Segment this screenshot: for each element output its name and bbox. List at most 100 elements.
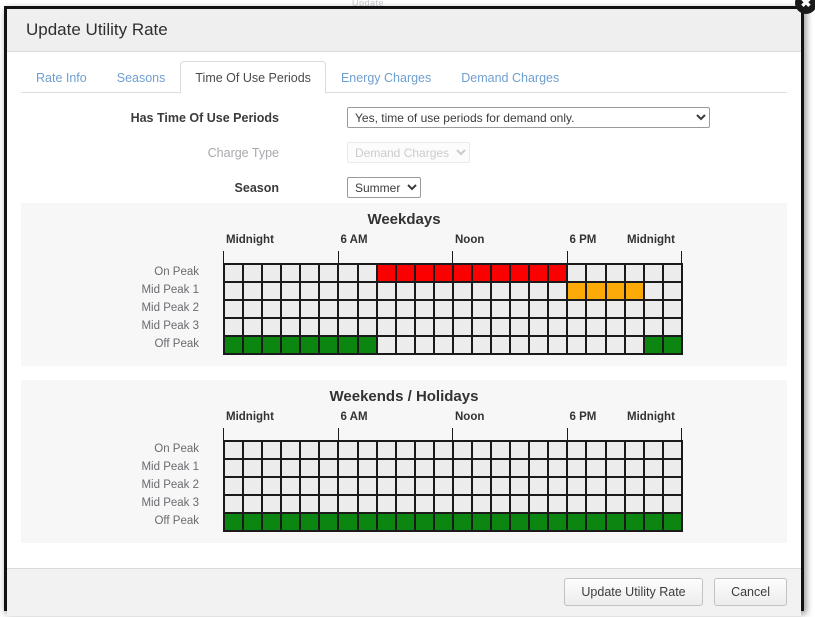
tou-cell[interactable]	[473, 301, 493, 319]
tou-cell[interactable]	[282, 265, 302, 283]
tou-cell[interactable]	[320, 442, 340, 460]
tou-cell[interactable]	[339, 478, 359, 496]
tou-cell[interactable]	[396, 478, 416, 496]
tou-cell[interactable]	[625, 514, 645, 532]
tou-cell[interactable]	[606, 442, 626, 460]
tou-cell[interactable]	[606, 496, 626, 514]
tou-cell[interactable]	[225, 283, 245, 301]
tou-cell[interactable]	[530, 442, 550, 460]
tou-cell[interactable]	[473, 265, 493, 283]
tou-cell[interactable]	[492, 265, 512, 283]
tou-cell[interactable]	[282, 514, 302, 532]
tou-cell[interactable]	[358, 460, 378, 478]
tou-cell[interactable]	[244, 478, 264, 496]
tab-time-of-use-periods[interactable]: Time Of Use Periods	[180, 61, 326, 94]
tou-cell[interactable]	[492, 478, 512, 496]
tou-cell[interactable]	[625, 496, 645, 514]
tou-cell[interactable]	[492, 319, 512, 337]
tou-cell[interactable]	[244, 337, 264, 355]
tou-cell[interactable]	[530, 301, 550, 319]
tou-cell[interactable]	[339, 460, 359, 478]
tou-cell[interactable]	[492, 514, 512, 532]
tou-cell[interactable]	[511, 301, 531, 319]
tou-cell[interactable]	[453, 319, 474, 337]
tou-cell[interactable]	[549, 301, 569, 319]
tou-cell[interactable]	[663, 265, 683, 283]
tou-cell[interactable]	[396, 319, 416, 337]
tou-cell[interactable]	[339, 319, 359, 337]
tou-cell[interactable]	[320, 460, 340, 478]
tou-cell[interactable]	[549, 337, 569, 355]
tou-cell[interactable]	[492, 460, 512, 478]
tou-cell[interactable]	[625, 301, 645, 319]
tou-cell[interactable]	[320, 283, 340, 301]
tou-cell[interactable]	[434, 478, 454, 496]
tou-cell[interactable]	[511, 319, 531, 337]
tou-cell[interactable]	[377, 478, 397, 496]
tou-cell[interactable]	[530, 337, 550, 355]
tou-cell[interactable]	[492, 496, 512, 514]
tab-rate-info[interactable]: Rate Info	[21, 61, 102, 94]
select-season[interactable]: SummerWinter	[347, 177, 421, 198]
tou-cell[interactable]	[511, 514, 531, 532]
tou-cell[interactable]	[587, 301, 607, 319]
tou-cell[interactable]	[244, 496, 264, 514]
tou-cell[interactable]	[225, 478, 245, 496]
tou-cell[interactable]	[434, 460, 454, 478]
tou-cell[interactable]	[320, 301, 340, 319]
tou-cell[interactable]	[301, 301, 321, 319]
tou-cell[interactable]	[568, 265, 588, 283]
tou-cell[interactable]	[644, 301, 664, 319]
tou-cell[interactable]	[396, 460, 416, 478]
tou-cell[interactable]	[606, 478, 626, 496]
tou-cell[interactable]	[549, 514, 569, 532]
tou-cell[interactable]	[339, 496, 359, 514]
tou-cell[interactable]	[663, 514, 683, 532]
tou-cell[interactable]	[530, 283, 550, 301]
tou-cell[interactable]	[320, 514, 340, 532]
tou-cell[interactable]	[415, 514, 435, 532]
tou-cell[interactable]	[415, 442, 435, 460]
tou-cell[interactable]	[644, 442, 664, 460]
tou-cell[interactable]	[549, 319, 569, 337]
tou-cell[interactable]	[492, 283, 512, 301]
tou-cell[interactable]	[434, 496, 454, 514]
tou-cell[interactable]	[263, 337, 283, 355]
tou-cell[interactable]	[377, 496, 397, 514]
tou-cell[interactable]	[244, 514, 264, 532]
tou-cell[interactable]	[663, 496, 683, 514]
tou-cell[interactable]	[358, 319, 378, 337]
tou-cell[interactable]	[606, 514, 626, 532]
tou-cell[interactable]	[587, 496, 607, 514]
tou-cell[interactable]	[492, 337, 512, 355]
tou-cell[interactable]	[473, 442, 493, 460]
tou-cell[interactable]	[244, 319, 264, 337]
tou-cell[interactable]	[625, 460, 645, 478]
tou-cell[interactable]	[453, 283, 474, 301]
tou-cell[interactable]	[644, 283, 664, 301]
tou-cell[interactable]	[320, 478, 340, 496]
tou-cell[interactable]	[606, 301, 626, 319]
select-has-time-of-use-periods[interactable]: No time of use periodsYes, time of use p…	[347, 107, 710, 128]
tou-cell[interactable]	[263, 442, 283, 460]
tou-cell[interactable]	[282, 442, 302, 460]
tou-cell[interactable]	[301, 514, 321, 532]
tou-cell[interactable]	[625, 265, 645, 283]
tou-cell[interactable]	[358, 337, 378, 355]
tou-cell[interactable]	[453, 496, 474, 514]
tou-cell[interactable]	[358, 442, 378, 460]
tou-cell[interactable]	[625, 442, 645, 460]
tou-cell[interactable]	[587, 319, 607, 337]
tou-cell[interactable]	[225, 514, 245, 532]
tou-cell[interactable]	[320, 319, 340, 337]
tou-cell[interactable]	[377, 301, 397, 319]
tou-cell[interactable]	[301, 496, 321, 514]
tou-cell[interactable]	[511, 337, 531, 355]
tou-cell[interactable]	[358, 514, 378, 532]
tou-cell[interactable]	[644, 496, 664, 514]
tou-cell[interactable]	[511, 265, 531, 283]
tou-cell[interactable]	[434, 301, 454, 319]
tou-cell[interactable]	[339, 283, 359, 301]
tou-cell[interactable]	[244, 460, 264, 478]
tou-cell[interactable]	[415, 337, 435, 355]
